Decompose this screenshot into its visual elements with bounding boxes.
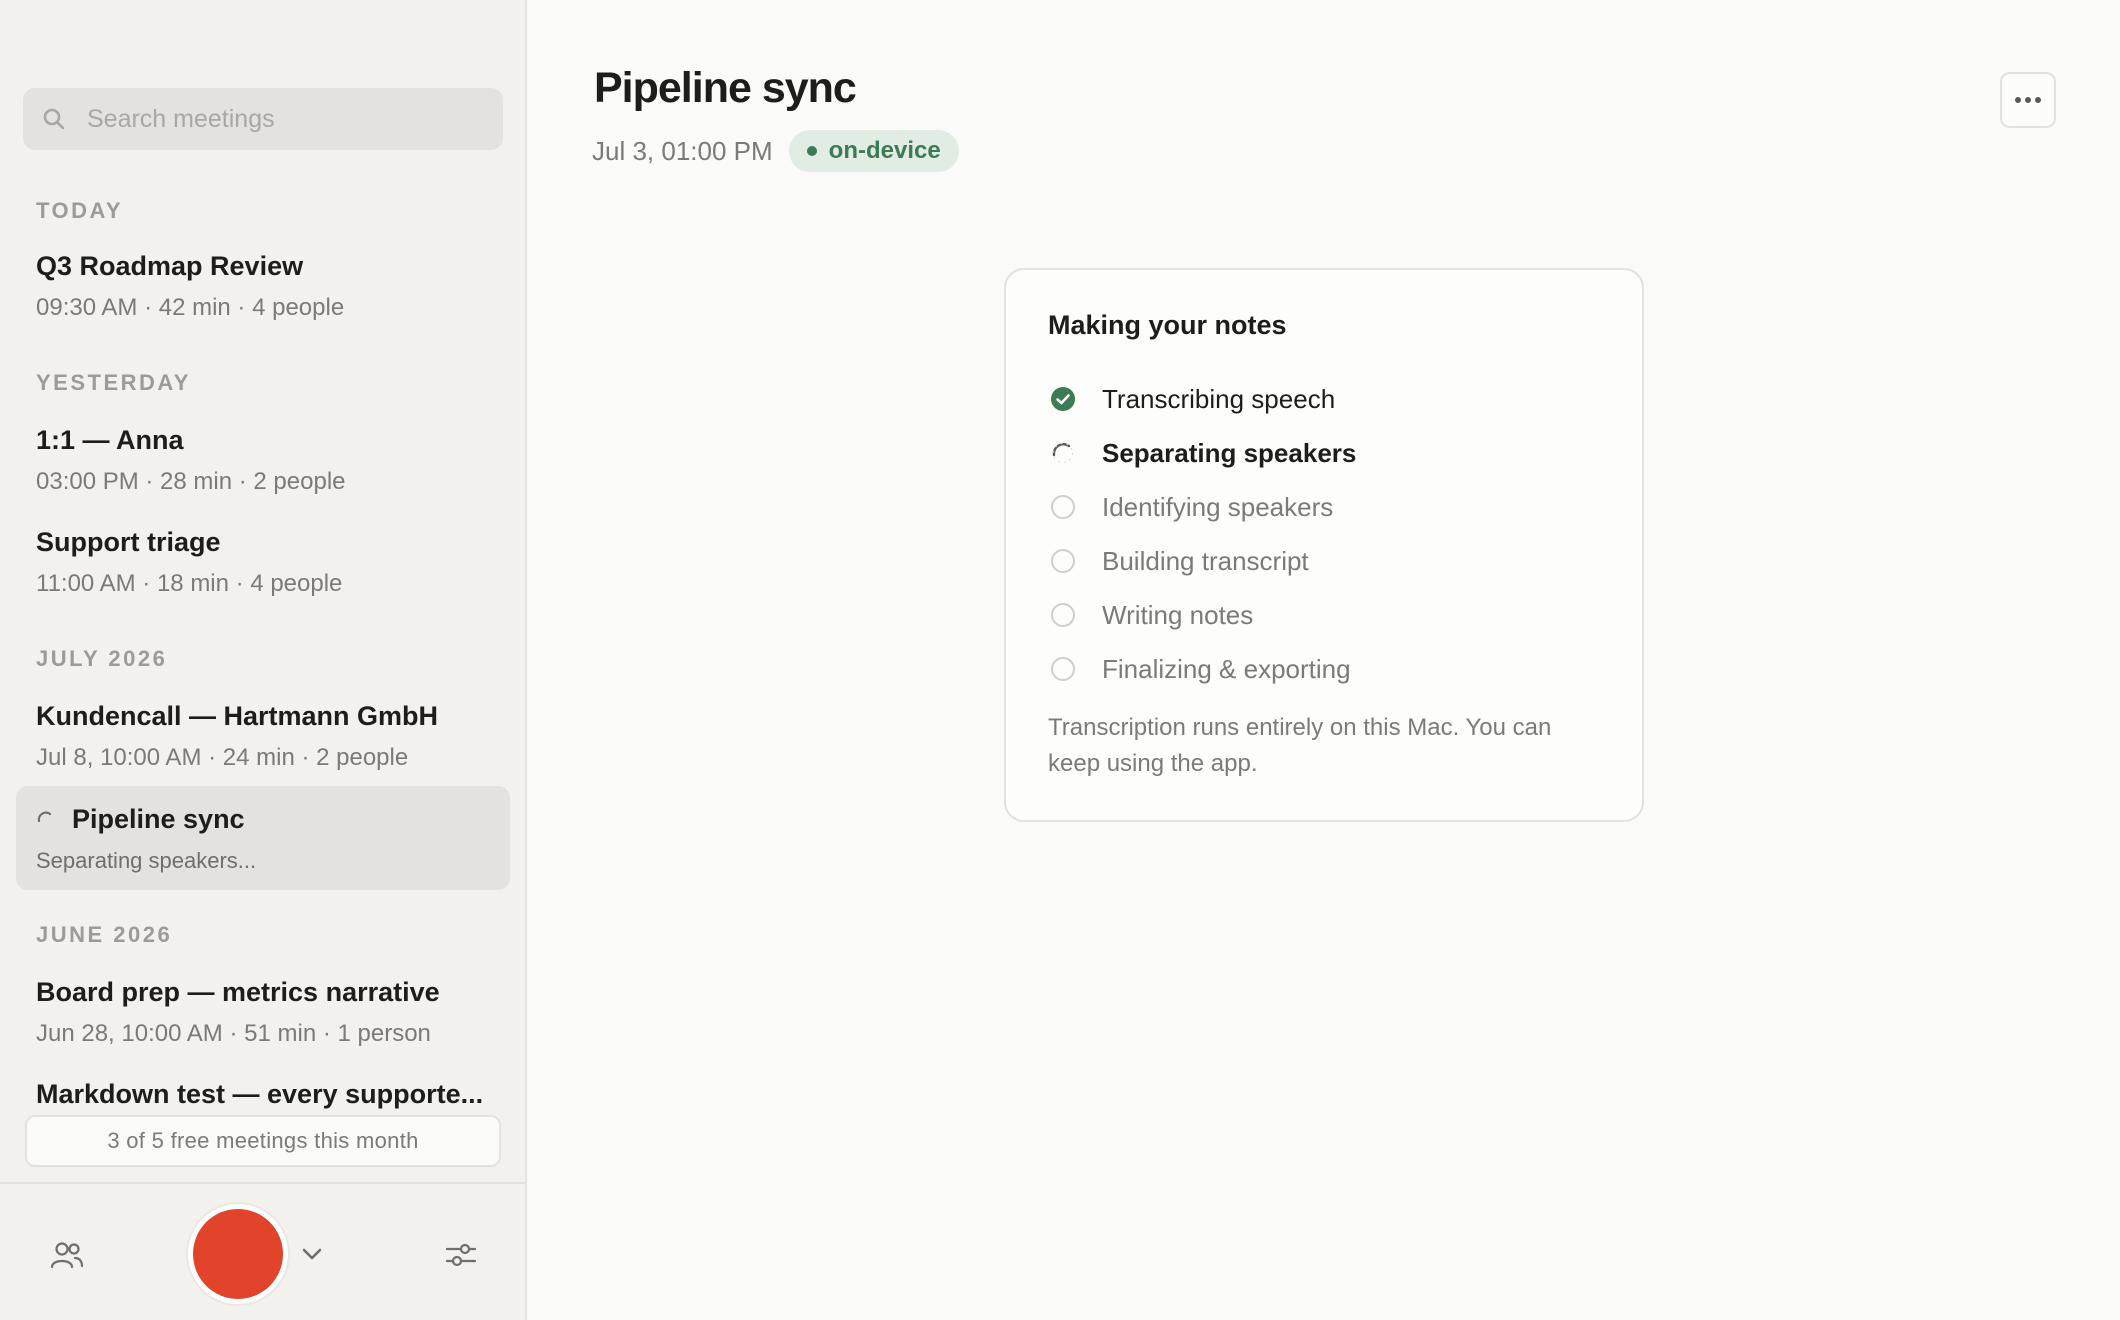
- progress-steps: Transcribing speech Separating speakers …: [1050, 372, 1356, 696]
- meeting-title: Board prep — metrics narrative: [36, 977, 440, 1007]
- meeting-item[interactable]: Markdown test — every supporte...: [36, 1079, 496, 1110]
- sidebar: Search meetings TODAY Q3 Roadmap Review …: [0, 0, 527, 1320]
- meeting-meta: Jul 8, 10:00 AM · 24 min · 2 people: [36, 744, 409, 771]
- spinner-icon: [37, 811, 52, 822]
- section-label-july-2026: JULY 2026: [36, 646, 168, 671]
- meeting-datetime: Jul 3, 01:00 PM: [592, 135, 773, 166]
- section-label-june-2026: JUNE 2026: [36, 922, 173, 947]
- page-title: Pipeline sync: [594, 64, 857, 112]
- step-label: Finalizing & exporting: [1102, 653, 1351, 684]
- progress-step: Transcribing speech: [1050, 372, 1356, 426]
- badge-label: on-device: [828, 137, 941, 164]
- section-label-today: TODAY: [36, 198, 124, 223]
- chevron-down-icon[interactable]: [300, 1244, 324, 1264]
- meeting-title: Pipeline sync: [72, 804, 245, 834]
- empty-circle-icon: [1051, 657, 1075, 681]
- empty-circle-icon: [1051, 549, 1075, 573]
- meeting-status: Separating speakers...: [36, 848, 257, 873]
- more-icon: [2015, 97, 2041, 103]
- section-label-yesterday: YESTERDAY: [36, 370, 191, 395]
- check-circle-icon: [1051, 387, 1075, 411]
- more-options-button[interactable]: [2000, 72, 2056, 128]
- search-placeholder: Search meetings: [87, 104, 275, 133]
- meeting-item[interactable]: Kundencall — Hartmann GmbH Jul 8, 10:00 …: [36, 701, 496, 772]
- meeting-item-selected[interactable]: Pipeline sync Separating speakers...: [16, 786, 510, 890]
- record-icon: [193, 1209, 283, 1299]
- search-input[interactable]: Search meetings: [23, 88, 503, 150]
- dot-icon: [806, 146, 817, 156]
- step-label: Separating speakers: [1102, 437, 1357, 468]
- empty-circle-icon: [1051, 495, 1075, 519]
- meeting-item[interactable]: 1:1 — Anna 03:00 PM · 28 min · 2 people: [36, 425, 496, 496]
- meeting-meta: 09:30 AM · 42 min · 4 people: [36, 294, 345, 321]
- step-label: Building transcript: [1102, 545, 1309, 576]
- meeting-title: 1:1 — Anna: [36, 425, 184, 455]
- progress-step: Building transcript: [1050, 534, 1356, 588]
- step-label: Writing notes: [1102, 599, 1254, 630]
- search-icon: [43, 108, 65, 130]
- step-label: Transcribing speech: [1102, 383, 1336, 414]
- progress-step: Finalizing & exporting: [1050, 642, 1356, 696]
- people-icon[interactable]: [50, 1240, 84, 1270]
- meeting-title: Markdown test — every supporte...: [36, 1079, 484, 1109]
- meeting-meta: 11:00 AM · 18 min · 4 people: [36, 570, 343, 597]
- sidebar-bottom-bar: [0, 1182, 527, 1320]
- record-button[interactable]: [186, 1202, 290, 1306]
- card-heading: Making your notes: [1048, 310, 1287, 340]
- progress-step: Separating speakers: [1050, 426, 1356, 480]
- spinner-icon: [1052, 443, 1073, 463]
- meeting-title: Support triage: [36, 527, 221, 557]
- meeting-item[interactable]: Q3 Roadmap Review 09:30 AM · 42 min · 4 …: [36, 251, 496, 322]
- progress-step: Identifying speakers: [1050, 480, 1356, 534]
- meeting-title: Kundencall — Hartmann GmbH: [36, 701, 439, 731]
- app-window: Search meetings TODAY Q3 Roadmap Review …: [0, 0, 2120, 1320]
- step-label: Identifying speakers: [1102, 491, 1334, 522]
- processing-card: Making your notes Transcribing speech Se…: [1004, 268, 1644, 822]
- empty-circle-icon: [1051, 603, 1075, 627]
- meeting-subline: Jul 3, 01:00 PM on-device: [592, 130, 959, 172]
- sliders-icon[interactable]: [444, 1238, 478, 1272]
- meeting-meta: 03:00 PM · 28 min · 2 people: [36, 468, 346, 495]
- meeting-item[interactable]: Board prep — metrics narrative Jun 28, 1…: [36, 977, 496, 1048]
- privacy-note: Transcription runs entirely on this Mac.…: [1048, 714, 1552, 777]
- free-quota-banner[interactable]: 3 of 5 free meetings this month: [25, 1115, 501, 1167]
- meeting-title: Q3 Roadmap Review: [36, 251, 304, 281]
- status-badge: on-device: [788, 130, 959, 172]
- meeting-title-row: Pipeline sync: [36, 804, 245, 835]
- progress-step: Writing notes: [1050, 588, 1356, 642]
- meeting-meta: Jun 28, 10:00 AM · 51 min · 1 person: [36, 1020, 431, 1047]
- meeting-item[interactable]: Support triage 11:00 AM · 18 min · 4 peo…: [36, 527, 496, 598]
